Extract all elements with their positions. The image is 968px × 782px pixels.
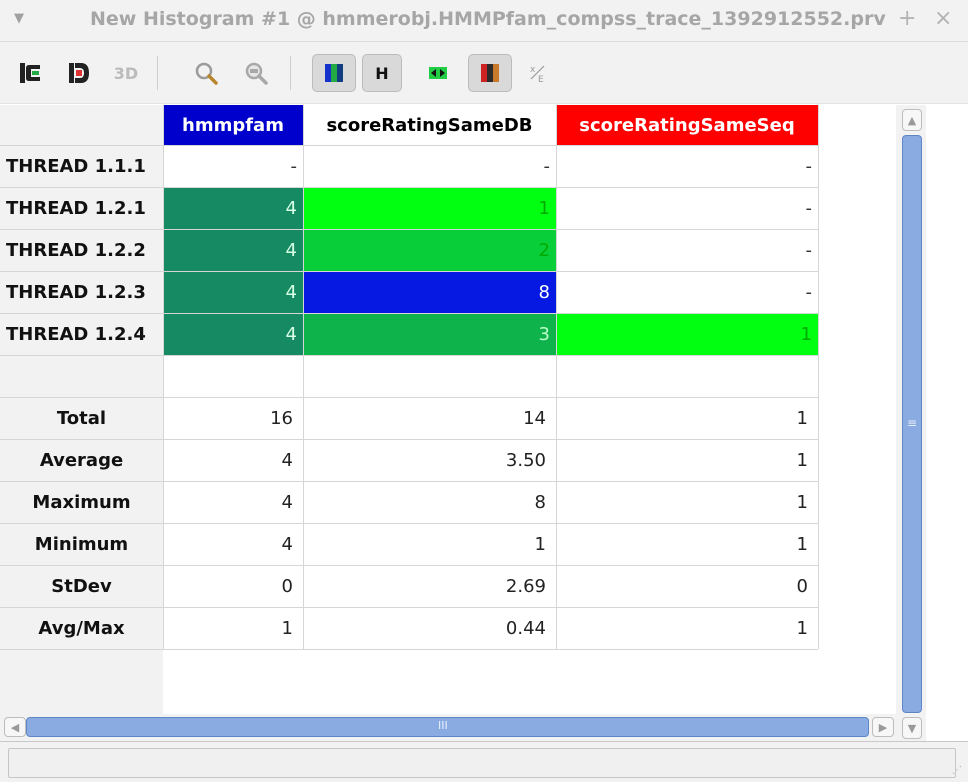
vertical-scroll-thumb[interactable]: ≡ (902, 135, 922, 713)
toolbar-separator (157, 56, 158, 90)
stat-label: Avg/Max (38, 617, 125, 639)
column-divider (163, 105, 164, 649)
toolbar: 3D H xE (0, 42, 968, 104)
table-cell[interactable]: 1 (556, 314, 818, 355)
table-cell[interactable]: - (163, 146, 303, 187)
row-header[interactable]: THREAD 1.1.1 (0, 145, 163, 187)
table-cell[interactable]: 2 (303, 230, 556, 271)
color-mode-icon[interactable] (312, 54, 356, 92)
3d-label: 3D (113, 63, 139, 83)
histogram-table: hmmpfam scoreRatingSameDB scoreRatingSameS… (0, 105, 893, 715)
table-cell[interactable]: - (556, 146, 818, 187)
table-cell[interactable]: - (556, 272, 818, 313)
table-cell[interactable]: 8 (303, 272, 556, 313)
column-header[interactable]: scoreRatingSameSeq (556, 105, 818, 145)
table-cell[interactable]: 4 (163, 314, 303, 355)
add-window-button[interactable]: + (898, 6, 916, 31)
stat-label: Average (39, 449, 124, 471)
scroll-right-icon: ▶ (878, 720, 888, 734)
stat-value: 4 (281, 491, 293, 513)
scroll-right-button[interactable]: ▶ (872, 717, 894, 737)
label-format-icon[interactable]: xE (520, 54, 556, 92)
stat-value: 0 (281, 575, 293, 597)
row-header[interactable]: THREAD 1.2.2 (0, 229, 163, 271)
table-cell[interactable]: 3 (303, 314, 556, 355)
table-cell[interactable]: 4 (163, 188, 303, 229)
stat-value: 1 (796, 617, 808, 639)
vertical-scrollbar[interactable]: ▲ ≡ ▼ (896, 105, 926, 741)
window-menu-button[interactable]: ▼ (14, 11, 24, 26)
row-header[interactable]: THREAD 1.2.4 (0, 313, 163, 355)
gradient-color-icon[interactable] (468, 54, 512, 92)
horizontal-mode-label: H (375, 63, 389, 83)
table-cell[interactable]: - (303, 146, 556, 187)
stat-value: 3.50 (505, 449, 546, 471)
table-cell[interactable]: - (556, 230, 818, 271)
column-header[interactable]: hmmpfam (163, 105, 303, 145)
svg-text:x: x (530, 65, 536, 75)
row-header[interactable]: THREAD 1.2.3 (0, 271, 163, 313)
window-title: New Histogram #1 @ hmmerobj.HMMPfam_comp… (90, 8, 886, 30)
row-header[interactable]: THREAD 1.2.1 (0, 187, 163, 229)
stat-value: 14 (523, 407, 546, 429)
column-divider (818, 105, 819, 649)
hide-empty-columns-icon[interactable] (418, 54, 458, 92)
title-bar: ▼ New Histogram #1 @ hmmerobj.HMMPfam_co… (0, 0, 968, 42)
stat-value: 1 (796, 407, 808, 429)
stat-value: 8 (534, 491, 546, 513)
resize-grip-icon[interactable]: ⋰ (952, 765, 962, 776)
status-field (8, 748, 956, 778)
scroll-left-button[interactable]: ◀ (4, 717, 26, 737)
open-control-window-icon[interactable] (14, 54, 48, 92)
status-bar: ⋰ (0, 741, 968, 782)
zoom-reset-icon[interactable] (238, 54, 274, 92)
scroll-down-button[interactable]: ▼ (902, 717, 922, 739)
stat-label: StDev (51, 575, 112, 597)
table-cell[interactable]: - (556, 188, 818, 229)
stat-label: Minimum (34, 533, 129, 555)
scroll-up-icon: ▲ (907, 113, 917, 127)
close-window-button[interactable]: × (934, 6, 952, 31)
stat-value: 1 (281, 617, 293, 639)
stat-value: 4 (281, 449, 293, 471)
horizontal-mode-icon[interactable]: H (362, 54, 402, 92)
row-divider (0, 649, 818, 650)
stat-value: 1 (796, 449, 808, 471)
stat-label: Maximum (32, 491, 131, 513)
scroll-left-icon: ◀ (10, 720, 20, 734)
column-divider (556, 105, 557, 649)
column-header[interactable]: scoreRatingSameDB (303, 105, 556, 145)
row-divider (0, 355, 818, 356)
column-divider (303, 105, 304, 649)
open-data-window-icon[interactable] (62, 54, 96, 92)
zoom-icon[interactable] (188, 54, 224, 92)
stat-value: 16 (270, 407, 293, 429)
stat-value: 0.44 (505, 617, 546, 639)
stat-value: 4 (281, 533, 293, 555)
horizontal-scrollbar[interactable]: ◀ III ▶ (0, 714, 896, 741)
table-cell[interactable]: 1 (303, 188, 556, 229)
horizontal-scroll-thumb[interactable]: III (26, 717, 869, 737)
stat-value: 2.69 (505, 575, 546, 597)
stat-value: 1 (534, 533, 546, 555)
table-cell[interactable]: 4 (163, 272, 303, 313)
stat-value: 0 (796, 575, 808, 597)
svg-text:E: E (538, 75, 544, 84)
stat-label: Total (56, 407, 107, 429)
horizontal-grip-icon: III (438, 719, 448, 732)
vertical-grip-icon: ≡ (907, 416, 918, 430)
scroll-up-button[interactable]: ▲ (902, 109, 922, 131)
table-cell[interactable]: 4 (163, 230, 303, 271)
toolbar-separator (290, 56, 291, 90)
scroll-down-icon: ▼ (907, 721, 917, 735)
stat-value: 1 (796, 533, 808, 555)
stat-value: 1 (796, 491, 808, 513)
3d-view-icon[interactable]: 3D (108, 54, 144, 92)
